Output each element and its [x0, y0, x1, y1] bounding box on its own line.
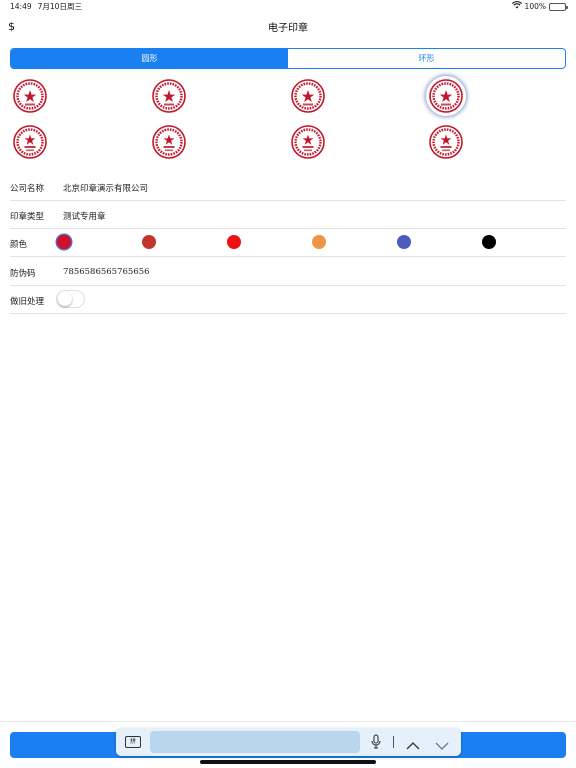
chevron-up-icon[interactable]: [406, 736, 420, 755]
code-label: 防伪码: [10, 269, 36, 279]
color-swatch-blue[interactable]: [397, 235, 411, 249]
chevron-down-icon[interactable]: [435, 736, 449, 755]
stamp-icon: [152, 79, 186, 113]
bottom-divider: [0, 721, 576, 722]
toggle-knob: [58, 292, 72, 306]
aged-label: 做旧处理: [10, 297, 45, 307]
segment-circle[interactable]: 圆形: [11, 49, 288, 68]
color-swatch-crimson[interactable]: [57, 235, 71, 249]
stamp-option-8[interactable]: [428, 124, 464, 160]
stamp-icon: [429, 125, 463, 159]
battery-percent: 100%: [524, 2, 546, 11]
stamp-icon: [152, 125, 186, 159]
page-title: 电子印章: [268, 23, 308, 34]
status-bar: 14:49 7月10日周三 100%: [0, 0, 576, 14]
stamp-option-6[interactable]: [151, 124, 187, 160]
color-row: 颜色: [10, 229, 566, 257]
battery-icon: [549, 3, 568, 11]
stamp-icon: [429, 79, 463, 113]
microphone-icon[interactable]: [371, 734, 381, 754]
code-row: 防伪码 7856586565765656: [10, 258, 566, 286]
stamp-option-7[interactable]: [290, 124, 326, 160]
status-time: 14:49: [10, 2, 32, 11]
color-swatch-black[interactable]: [482, 235, 496, 249]
stamp-icon: [291, 79, 325, 113]
toolbar-separator: [393, 736, 394, 748]
keyboard-toolbar: 拼: [116, 728, 461, 756]
status-date: 7月10日周三: [37, 2, 82, 11]
stamp-option-4[interactable]: [428, 78, 464, 114]
nav-bar: $ 电子印章: [0, 14, 576, 40]
aged-row: 做旧处理: [10, 286, 566, 314]
color-swatch-red[interactable]: [227, 235, 241, 249]
status-right: 100%: [511, 0, 568, 14]
ime-switch-button[interactable]: 拼: [125, 736, 141, 748]
status-left: 14:49 7月10日周三: [10, 0, 82, 14]
stamp-option-3[interactable]: [290, 78, 326, 114]
stamp-icon: [291, 125, 325, 159]
segment-ring[interactable]: 环形: [288, 49, 565, 68]
color-label: 颜色: [10, 240, 28, 250]
type-input[interactable]: 测试专用章: [63, 210, 106, 222]
type-label: 印章类型: [10, 212, 45, 222]
code-input[interactable]: 7856586565765656: [63, 267, 150, 277]
keyboard-candidate-field[interactable]: [150, 731, 360, 753]
home-indicator: [200, 760, 376, 764]
stamp-option-1[interactable]: [12, 78, 48, 114]
shape-segmented-control: 圆形 环形: [10, 48, 566, 69]
wifi-icon: [511, 0, 522, 14]
aged-toggle[interactable]: [56, 290, 85, 308]
color-swatch-orange[interactable]: [312, 235, 326, 249]
stamp-icon: [13, 79, 47, 113]
type-row: 印章类型 测试专用章: [10, 201, 566, 229]
color-swatch-brick-red[interactable]: [142, 235, 156, 249]
stamp-option-2[interactable]: [151, 78, 187, 114]
company-label: 公司名称: [10, 184, 45, 194]
stamp-icon: [13, 125, 47, 159]
stamp-option-5[interactable]: [12, 124, 48, 160]
company-row: 公司名称 北京印章演示有限公司: [10, 173, 566, 201]
company-input[interactable]: 北京印章演示有限公司: [63, 182, 148, 194]
